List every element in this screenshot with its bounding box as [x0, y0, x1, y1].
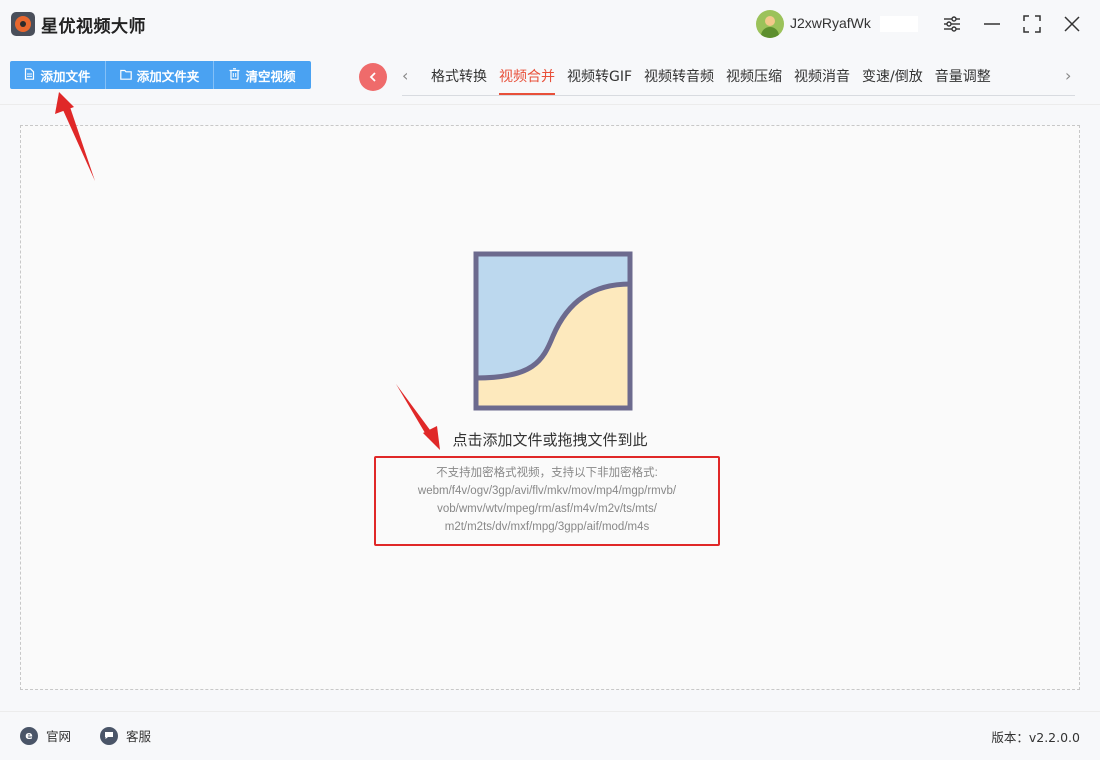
formats-line: 不支持加密格式视频，支持以下非加密格式:: [436, 467, 658, 479]
clear-video-button[interactable]: 清空视频: [214, 61, 311, 89]
formats-line: webm/f4v/ogv/3gp/avi/flv/mkv/mov/mp4/mgp…: [417, 485, 677, 497]
website-label: 官网: [46, 729, 72, 744]
tab-video-to-audio[interactable]: 视频转音频: [644, 66, 714, 95]
chevron-left-icon: [369, 72, 376, 82]
file-drop-illustration-icon[interactable]: [473, 251, 633, 411]
tab-video-compress[interactable]: 视频压缩: [726, 66, 782, 95]
formats-line: vob/wmv/wtv/mpeg/rm/asf/m4v/m2v/ts/mts/: [437, 503, 657, 515]
user-avatar[interactable]: [756, 10, 784, 38]
browser-icon: e: [20, 726, 38, 745]
tab-volume-adjust[interactable]: 音量调整: [935, 66, 991, 95]
drop-instruction-text: 点击添加文件或拖拽文件到此: [452, 431, 648, 449]
tab-next-icon[interactable]: ›: [1065, 66, 1071, 85]
folder-icon: [119, 68, 132, 83]
website-link[interactable]: e 官网: [20, 726, 71, 745]
settings-icon[interactable]: [940, 12, 964, 36]
username-mask: [880, 16, 918, 32]
feature-tabs: 格式转换 视频合并 视频转GIF 视频转音频 视频压缩 视频消音 变速/倒放 音…: [425, 66, 997, 96]
file-icon: [24, 67, 35, 83]
formats-line: m2t/m2ts/dv/mxf/mpg/3gpp/aif/mod/m4s: [444, 521, 650, 533]
tab-prev-icon[interactable]: ‹: [402, 66, 408, 85]
maximize-icon[interactable]: [1020, 12, 1044, 36]
tab-video-mute[interactable]: 视频消音: [794, 66, 850, 95]
app-title: 星优视频大师: [41, 17, 146, 37]
toolbar-button-group: 添加文件 添加文件夹 清空视频: [10, 61, 311, 89]
add-file-button[interactable]: 添加文件: [10, 61, 106, 89]
footer-divider: [0, 711, 1100, 712]
trash-icon: [229, 67, 240, 83]
tab-video-to-gif[interactable]: 视频转GIF: [567, 66, 632, 95]
title-bar: 星优视频大师 J2xwRyafWk: [0, 0, 1100, 48]
tab-video-merge[interactable]: 视频合并: [499, 66, 555, 95]
add-folder-button[interactable]: 添加文件夹: [106, 61, 214, 89]
support-link[interactable]: 客服: [100, 726, 151, 745]
version-text: 版本：v2.2.0.0: [991, 730, 1080, 745]
back-button[interactable]: [359, 63, 387, 91]
support-label: 客服: [126, 729, 152, 744]
add-file-label: 添加文件: [40, 68, 91, 84]
clear-video-label: 清空视频: [245, 68, 296, 84]
username[interactable]: J2xwRyafWk: [790, 15, 871, 31]
tab-format-convert[interactable]: 格式转换: [431, 66, 487, 95]
tab-speed-reverse[interactable]: 变速/倒放: [862, 66, 923, 95]
close-icon[interactable]: [1060, 12, 1084, 36]
toolbar-divider: [0, 104, 1100, 105]
chat-bubble-icon: [100, 726, 118, 745]
app-logo-icon: [11, 12, 35, 36]
minimize-icon[interactable]: [980, 12, 1004, 36]
add-folder-label: 添加文件夹: [136, 68, 200, 84]
tabs-divider: [402, 95, 1075, 96]
supported-formats-box: 不支持加密格式视频，支持以下非加密格式: webm/f4v/ogv/3gp/av…: [374, 456, 720, 546]
